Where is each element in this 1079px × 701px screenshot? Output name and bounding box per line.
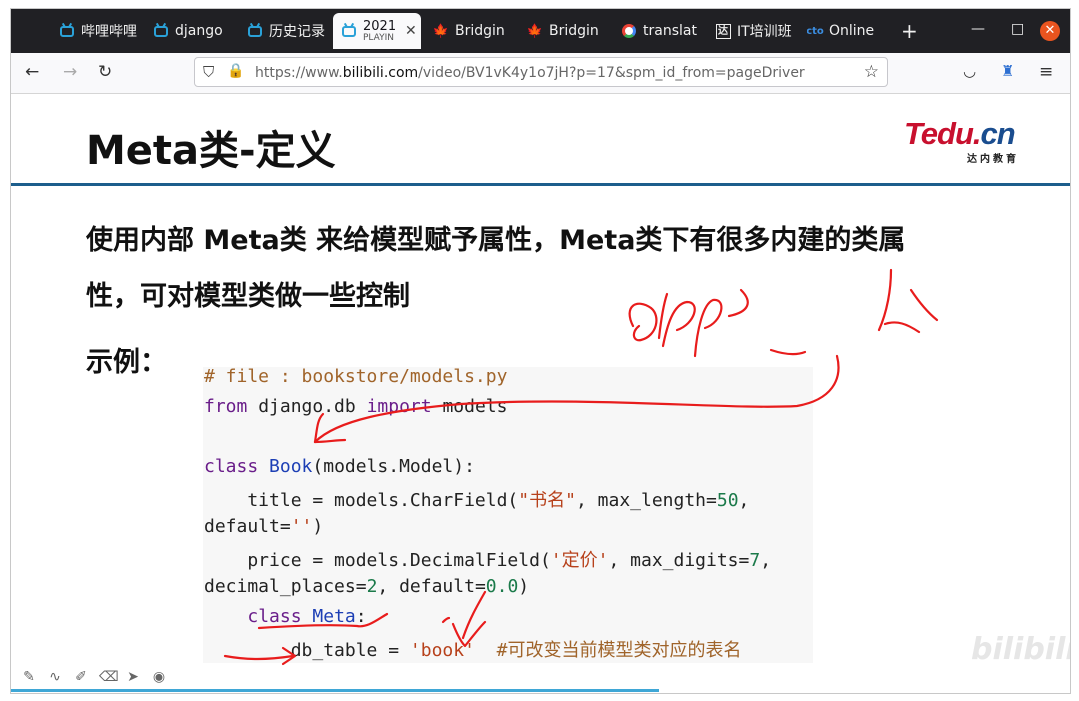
tab-bridging-2[interactable]: 🍁 Bridgin <box>527 13 613 49</box>
bilibili-icon <box>59 23 75 39</box>
video-frame[interactable]: Meta类-定义 Tedu.cn 达内教育 使用内部 Meta类 来给模型赋予属… <box>11 94 1070 693</box>
pen-icon[interactable]: ✎ <box>21 669 37 685</box>
tab-translate[interactable]: translat <box>621 13 707 49</box>
tarena-icon: 达 <box>715 23 731 39</box>
close-tab-icon[interactable]: ✕ <box>405 23 417 39</box>
tab-bilibili-home[interactable]: 哔哩哔哩 <box>59 13 145 49</box>
bilibili-icon <box>341 23 357 39</box>
pointer-icon[interactable]: ➤ <box>125 669 141 685</box>
record-icon[interactable]: ◉ <box>151 669 167 685</box>
highlighter-icon[interactable]: ✐ <box>73 669 89 685</box>
maple-leaf-icon: 🍁 <box>433 23 450 39</box>
address-bar[interactable]: ⛉ 🔒 https://www.bilibili.com/video/BV1vK… <box>194 57 888 87</box>
menu-icon[interactable]: ≡ <box>1039 62 1053 82</box>
tab-django[interactable]: django <box>153 13 239 49</box>
video-progress-bar[interactable] <box>11 689 659 692</box>
drawing-toolbar: ✎ ∿ ✐ ⌫ ➤ ◉ <box>21 669 167 685</box>
maximize-icon[interactable]: □ <box>1011 21 1024 37</box>
browser-window: 哔哩哔哩 django 历史记录 2021 PLAYIN ✕ 🍁 Bridgin… <box>10 8 1071 694</box>
curve-icon[interactable]: ∿ <box>47 669 63 685</box>
reload-icon[interactable]: ↻ <box>98 62 112 82</box>
bilibili-icon <box>153 23 169 39</box>
shield-icon[interactable]: ⛉ <box>203 63 214 81</box>
close-window-icon[interactable]: ✕ <box>1040 21 1060 41</box>
tab-history[interactable]: 历史记录 <box>247 13 333 49</box>
tab-online[interactable]: cto Online <box>807 13 893 49</box>
google-icon <box>621 23 637 39</box>
tab-bar: 哔哩哔哩 django 历史记录 2021 PLAYIN ✕ 🍁 Bridgin… <box>11 9 1070 53</box>
url-text[interactable]: https://www.bilibili.com/video/BV1vK4y1o… <box>255 65 805 81</box>
navigation-bar: ← → ↻ ⛉ 🔒 https://www.bilibili.com/video… <box>11 53 1070 94</box>
pocket-icon[interactable]: ◡ <box>963 62 976 80</box>
tab-bridging-1[interactable]: 🍁 Bridgin <box>433 13 519 49</box>
cto-icon: cto <box>807 25 824 37</box>
lock-icon[interactable]: 🔒 <box>227 63 244 79</box>
handwritten-annotations <box>223 268 939 666</box>
maple-leaf-icon: 🍁 <box>527 23 544 39</box>
bilibili-icon <box>247 23 263 39</box>
tab-it-training[interactable]: 达 IT培训班 <box>715 13 801 49</box>
bilibili-watermark: bilibili <box>971 632 1071 667</box>
forward-arrow-icon[interactable]: → <box>63 62 77 82</box>
bookmark-star-icon[interactable]: ☆ <box>864 62 879 82</box>
back-arrow-icon[interactable]: ← <box>25 62 39 82</box>
minimize-icon[interactable]: — <box>971 21 985 37</box>
tab-active-video[interactable]: 2021 PLAYIN ✕ <box>333 13 421 49</box>
extension-icon[interactable]: ♜ <box>1001 62 1014 80</box>
new-tab-button[interactable]: + <box>901 13 925 49</box>
eraser-icon[interactable]: ⌫ <box>99 669 119 685</box>
